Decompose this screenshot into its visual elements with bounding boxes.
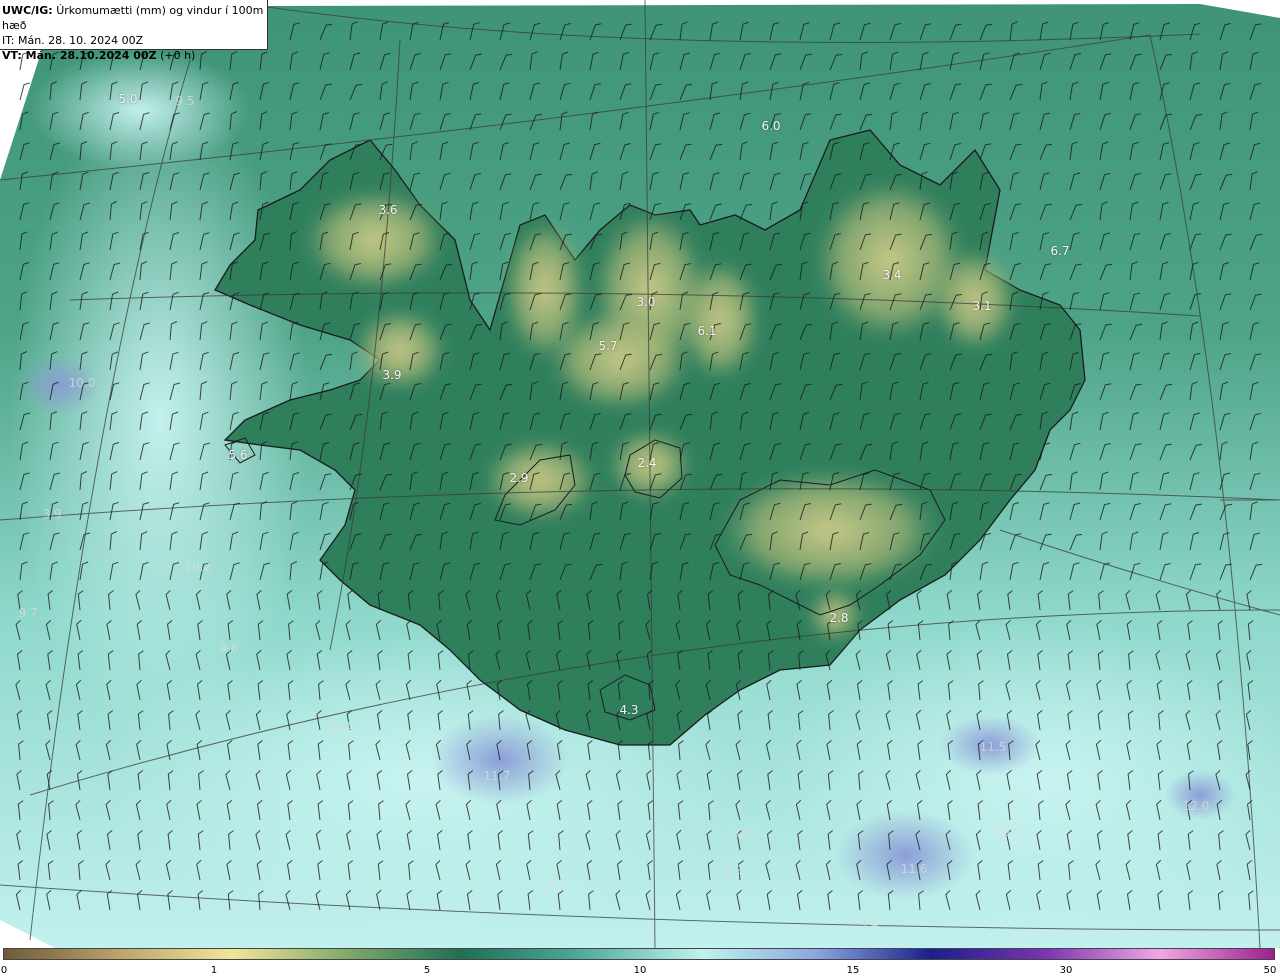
value-label: 9.3 — [547, 877, 567, 891]
value-label: 12.0 — [1182, 799, 1210, 813]
scale-tick: 5 — [423, 965, 431, 976]
scale-tick: 30 — [1059, 965, 1073, 976]
value-label: 9.2 — [723, 863, 743, 877]
value-label: 3.6 — [378, 203, 398, 217]
value-label: 3.1 — [972, 299, 992, 313]
value-label: 11.7 — [483, 769, 511, 783]
value-label: 5.6 — [228, 448, 248, 462]
value-label: 4.3 — [619, 703, 639, 717]
value-label: 10.8 — [994, 825, 1022, 839]
value-label: 5.0 — [118, 92, 138, 106]
scale-tick: 15 — [846, 965, 860, 976]
value-label: 6.7 — [1050, 244, 1070, 258]
value-label: 11.5 — [979, 740, 1007, 754]
value-label: 10.9 — [728, 827, 756, 841]
header-line-3: VT: Mán. 28.10.2024 00Z (+0 h) — [2, 49, 196, 62]
color-scale-bar — [3, 948, 1275, 960]
value-label: 3.9 — [382, 368, 402, 382]
map-canvas — [0, 0, 1280, 948]
scale-tick: 1 — [210, 965, 218, 976]
header-line-2: IT: Mán. 28. 10. 2024 00Z — [2, 34, 144, 47]
value-label: 2.9 — [509, 471, 529, 485]
value-label: 10.2 — [184, 560, 212, 574]
value-label: 10.4 — [324, 720, 352, 734]
value-label: 9.5 — [175, 94, 195, 108]
value-label: 11.6 — [900, 862, 928, 876]
value-label: 6.1 — [697, 324, 717, 338]
color-scale: 0 1 5 10 15 30 50 — [0, 948, 1280, 978]
value-label: 9.6 — [219, 641, 239, 655]
header-line-1: UWC/IG: Úrkomumætti (mm) og vindur í 100… — [2, 4, 264, 32]
value-label: 6.0 — [761, 119, 781, 133]
scale-tick: 10 — [633, 965, 647, 976]
value-label: 3.9 — [42, 507, 62, 521]
value-label: 3.0 — [636, 295, 656, 309]
value-label: 9.7 — [18, 606, 38, 620]
scale-tick: 50 — [1263, 965, 1277, 976]
value-label: 10.0 — [68, 376, 96, 390]
weather-map: UWC/IG: Úrkomumætti (mm) og vindur í 100… — [0, 0, 1280, 948]
value-label: 2.8 — [829, 611, 849, 625]
value-label: 3.4 — [882, 268, 902, 282]
value-label: 2.4 — [637, 456, 657, 470]
scale-tick: 0 — [0, 965, 8, 976]
map-header: UWC/IG: Úrkomumætti (mm) og vindur í 100… — [0, 0, 268, 62]
value-label: 5.7 — [598, 339, 618, 353]
value-label: 9.4 — [859, 917, 879, 931]
